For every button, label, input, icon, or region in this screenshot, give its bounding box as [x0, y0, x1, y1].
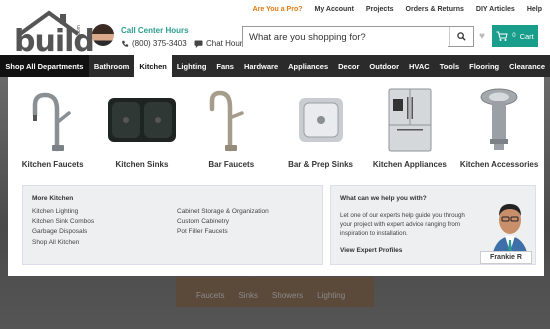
nav-item-flooring[interactable]: Flooring: [464, 55, 504, 77]
nav-item-outdoor[interactable]: Outdoor: [364, 55, 404, 77]
more-kitchen-link[interactable]: Kitchen Lighting: [32, 208, 94, 215]
nav-item-lighting[interactable]: Lighting: [172, 55, 212, 77]
nav-item-clearance[interactable]: Clearance: [504, 55, 550, 77]
cart-button[interactable]: 0 Cart: [492, 25, 538, 47]
nav-item-tools[interactable]: Tools: [435, 55, 464, 77]
projects-link[interactable]: Projects: [366, 6, 394, 13]
orders-returns-link[interactable]: Orders & Returns: [406, 6, 464, 13]
search-icon: [457, 32, 466, 41]
more-kitchen-column-1: Kitchen Lighting Kitchen Sink Combos Gar…: [32, 208, 94, 246]
pro-link[interactable]: Are You a Pro?: [253, 6, 303, 13]
more-kitchen-link[interactable]: Pot Filler Faucets: [177, 228, 269, 235]
my-account-link[interactable]: My Account: [315, 6, 354, 13]
help-heading: What can we help you with?: [340, 195, 427, 202]
category-label: Kitchen Sinks: [115, 160, 169, 169]
bar-sink-icon: [286, 87, 356, 153]
expert-name-tag: Frankie R: [480, 251, 532, 264]
background-tabs: Faucets Sinks Showers Lighting: [196, 291, 345, 300]
call-center-hours-link[interactable]: Call Center Hours: [121, 26, 189, 35]
nav-item-decor[interactable]: Decor: [333, 55, 364, 77]
help-link[interactable]: Help: [527, 6, 542, 13]
nav-item-fans[interactable]: Fans: [211, 55, 239, 77]
more-kitchen-link[interactable]: Kitchen Sink Combos: [32, 218, 94, 225]
chat-hours-text: Chat Hours: [206, 39, 247, 48]
cart-icon: [496, 31, 508, 41]
category-bar-prep-sinks[interactable]: Bar & Prep Sinks: [276, 87, 365, 169]
search-box: [242, 26, 474, 47]
refrigerator-icon: [375, 87, 445, 153]
nav-item-appliances[interactable]: Appliances: [283, 55, 333, 77]
category-label: Kitchen Appliances: [372, 160, 447, 169]
search-button[interactable]: [449, 27, 473, 46]
category-label: Kitchen Faucets: [21, 160, 84, 169]
more-kitchen-link[interactable]: Garbage Disposals: [32, 228, 94, 235]
more-kitchen-link[interactable]: Cabinet Storage & Organization: [177, 208, 269, 215]
build-logo[interactable]: build .com: [14, 10, 95, 59]
shop-all-departments[interactable]: Shop All Departments: [0, 55, 89, 77]
category-bar-faucets[interactable]: Bar Faucets: [187, 87, 276, 169]
category-label: Bar & Prep Sinks: [288, 160, 353, 169]
cart-count: 0: [512, 33, 516, 39]
category-kitchen-accessories[interactable]: Kitchen Accessories: [454, 87, 543, 169]
phone-number-text: (800) 375-3403: [132, 39, 187, 48]
nav-item-hvac[interactable]: HVAC: [404, 55, 435, 77]
more-kitchen-link[interactable]: Shop All Kitchen: [32, 239, 94, 246]
search-input[interactable]: [243, 28, 448, 47]
category-kitchen-appliances[interactable]: Kitchen Appliances: [365, 87, 454, 169]
nav-item-hardware[interactable]: Hardware: [239, 55, 283, 77]
more-kitchen-link[interactable]: Custom Cabinetry: [177, 218, 269, 225]
cart-label: Cart: [519, 31, 534, 41]
chat-icon: [194, 39, 203, 48]
phone-icon: [122, 40, 129, 47]
phone-number[interactable]: (800) 375-3403: [121, 39, 187, 48]
category-kitchen-faucets[interactable]: Kitchen Faucets: [8, 87, 97, 169]
kitchen-faucet-icon: [18, 87, 88, 153]
nav-item-bathroom[interactable]: Bathroom: [89, 55, 134, 77]
logo-suffix: .com: [76, 25, 82, 36]
diy-articles-link[interactable]: DIY Articles: [476, 6, 515, 13]
background-tab: Sinks: [238, 291, 259, 300]
background-tab: Showers: [272, 291, 304, 300]
category-label: Kitchen Accessories: [459, 160, 539, 169]
main-nav: Shop All Departments Bathroom Kitchen Li…: [0, 55, 550, 77]
bar-faucet-icon: [196, 87, 266, 153]
help-description: Let one of our experts help guide you th…: [340, 212, 465, 237]
more-kitchen-heading: More Kitchen: [32, 195, 74, 202]
kitchen-sink-icon: [107, 87, 177, 153]
kitchen-mega-menu: Kitchen Faucets Kitchen Sinks Bar Faucet…: [8, 77, 544, 276]
background-tab: Faucets: [196, 291, 225, 300]
chat-hours-link[interactable]: Chat Hours: [194, 39, 246, 48]
category-kitchen-sinks[interactable]: Kitchen Sinks: [97, 87, 186, 169]
category-row: Kitchen Faucets Kitchen Sinks Bar Faucet…: [8, 87, 544, 169]
utility-links: Are You a Pro? My Account Projects Order…: [253, 6, 542, 13]
agent-avatar: [92, 24, 114, 46]
background-tab: Lighting: [317, 291, 346, 300]
drain-strainer-icon: [464, 87, 534, 153]
category-label: Bar Faucets: [208, 160, 255, 169]
nav-item-kitchen[interactable]: Kitchen: [134, 55, 172, 77]
more-kitchen-panel: More Kitchen Kitchen Lighting Kitchen Si…: [22, 185, 323, 265]
expert-help-panel: What can we help you with? Let one of ou…: [330, 185, 536, 265]
view-expert-profiles-link[interactable]: View Expert Profiles: [340, 247, 402, 254]
more-kitchen-column-2: Cabinet Storage & Organization Custom Ca…: [177, 208, 269, 235]
favorites-heart-icon[interactable]: ♥: [479, 31, 485, 42]
